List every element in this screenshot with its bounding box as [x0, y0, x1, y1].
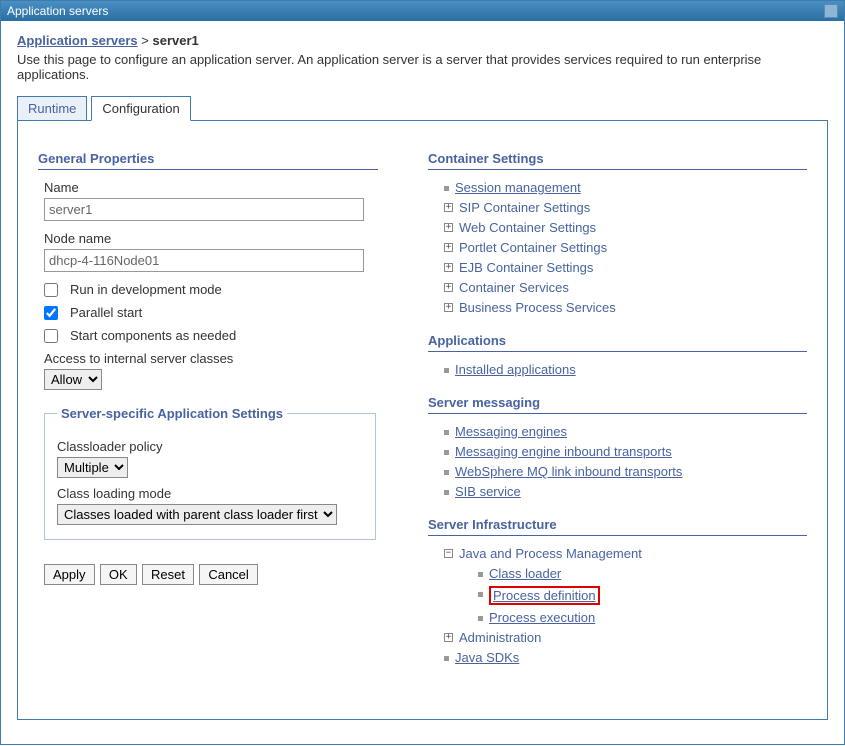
sip-container-settings[interactable]: SIP Container Settings [459, 200, 590, 215]
class-loading-mode-select[interactable]: Classes loaded with parent class loader … [57, 504, 337, 525]
run-dev-label: Run in development mode [70, 282, 222, 297]
link-java-sdks[interactable]: Java SDKs [455, 650, 519, 665]
minimize-icon[interactable] [824, 4, 838, 18]
classloader-policy-select[interactable]: Multiple [57, 457, 128, 478]
section-infrastructure-header: Server Infrastructure [428, 517, 807, 536]
bullet-icon [444, 430, 449, 435]
name-label: Name [38, 180, 378, 195]
section-general-header: General Properties [38, 151, 378, 170]
minus-icon[interactable]: − [444, 549, 453, 558]
link-sib-service[interactable]: SIB service [455, 484, 521, 499]
ok-button[interactable]: OK [100, 564, 137, 585]
bullet-icon [444, 470, 449, 475]
bullet-icon [478, 572, 483, 577]
bullet-icon [444, 186, 449, 191]
cancel-button[interactable]: Cancel [199, 564, 257, 585]
access-label: Access to internal server classes [38, 351, 378, 366]
breadcrumb-link-appservers[interactable]: Application servers [17, 33, 138, 48]
plus-icon[interactable]: + [444, 263, 453, 272]
apply-button[interactable]: Apply [44, 564, 95, 585]
section-messaging-header: Server messaging [428, 395, 807, 414]
highlight-process-definition: Process definition [489, 586, 600, 605]
titlebar: Application servers [1, 1, 844, 21]
portlet-container-settings[interactable]: Portlet Container Settings [459, 240, 607, 255]
start-components-label: Start components as needed [70, 328, 236, 343]
bullet-icon [478, 592, 483, 597]
run-dev-checkbox[interactable] [44, 283, 58, 297]
name-input[interactable] [44, 198, 364, 221]
server-specific-fieldset: Server-specific Application Settings Cla… [44, 406, 376, 540]
tab-configuration[interactable]: Configuration [91, 96, 190, 121]
link-mq-inbound[interactable]: WebSphere MQ link inbound transports [455, 464, 682, 479]
start-components-checkbox[interactable] [44, 329, 58, 343]
breadcrumb: Application servers > server1 [17, 33, 828, 48]
link-messaging-engines[interactable]: Messaging engines [455, 424, 567, 439]
link-messaging-inbound[interactable]: Messaging engine inbound transports [455, 444, 672, 459]
link-session-management[interactable]: Session management [455, 180, 581, 195]
parallel-checkbox[interactable] [44, 306, 58, 320]
link-process-definition[interactable]: Process definition [493, 588, 596, 603]
breadcrumb-current: server1 [153, 33, 199, 48]
classloader-policy-label: Classloader policy [57, 439, 363, 454]
server-specific-legend: Server-specific Application Settings [57, 406, 287, 421]
business-process-services[interactable]: Business Process Services [459, 300, 616, 315]
plus-icon[interactable]: + [444, 283, 453, 292]
tab-runtime[interactable]: Runtime [17, 96, 87, 121]
access-select[interactable]: Allow [44, 369, 102, 390]
parallel-label: Parallel start [70, 305, 142, 320]
bullet-icon [478, 616, 483, 621]
container-services[interactable]: Container Services [459, 280, 569, 295]
bullet-icon [444, 656, 449, 661]
bullet-icon [444, 450, 449, 455]
link-process-execution[interactable]: Process execution [489, 610, 595, 625]
page-description: Use this page to configure an applicatio… [17, 52, 828, 82]
plus-icon[interactable]: + [444, 303, 453, 312]
ejb-container-settings[interactable]: EJB Container Settings [459, 260, 593, 275]
bullet-icon [444, 490, 449, 495]
window-title: Application servers [7, 4, 108, 18]
plus-icon[interactable]: + [444, 243, 453, 252]
section-applications-header: Applications [428, 333, 807, 352]
reset-button[interactable]: Reset [142, 564, 194, 585]
section-container-header: Container Settings [428, 151, 807, 170]
class-loading-mode-label: Class loading mode [57, 486, 363, 501]
breadcrumb-sep: > [141, 33, 149, 48]
plus-icon[interactable]: + [444, 633, 453, 642]
bullet-icon [444, 368, 449, 373]
link-installed-applications[interactable]: Installed applications [455, 362, 576, 377]
java-process-management[interactable]: Java and Process Management [459, 546, 642, 561]
plus-icon[interactable]: + [444, 223, 453, 232]
tab-panel-configuration: General Properties Name Node name Run in… [17, 120, 828, 720]
plus-icon[interactable]: + [444, 203, 453, 212]
node-name-input[interactable] [44, 249, 364, 272]
administration[interactable]: Administration [459, 630, 541, 645]
web-container-settings[interactable]: Web Container Settings [459, 220, 596, 235]
node-name-label: Node name [38, 231, 378, 246]
link-class-loader[interactable]: Class loader [489, 566, 561, 581]
